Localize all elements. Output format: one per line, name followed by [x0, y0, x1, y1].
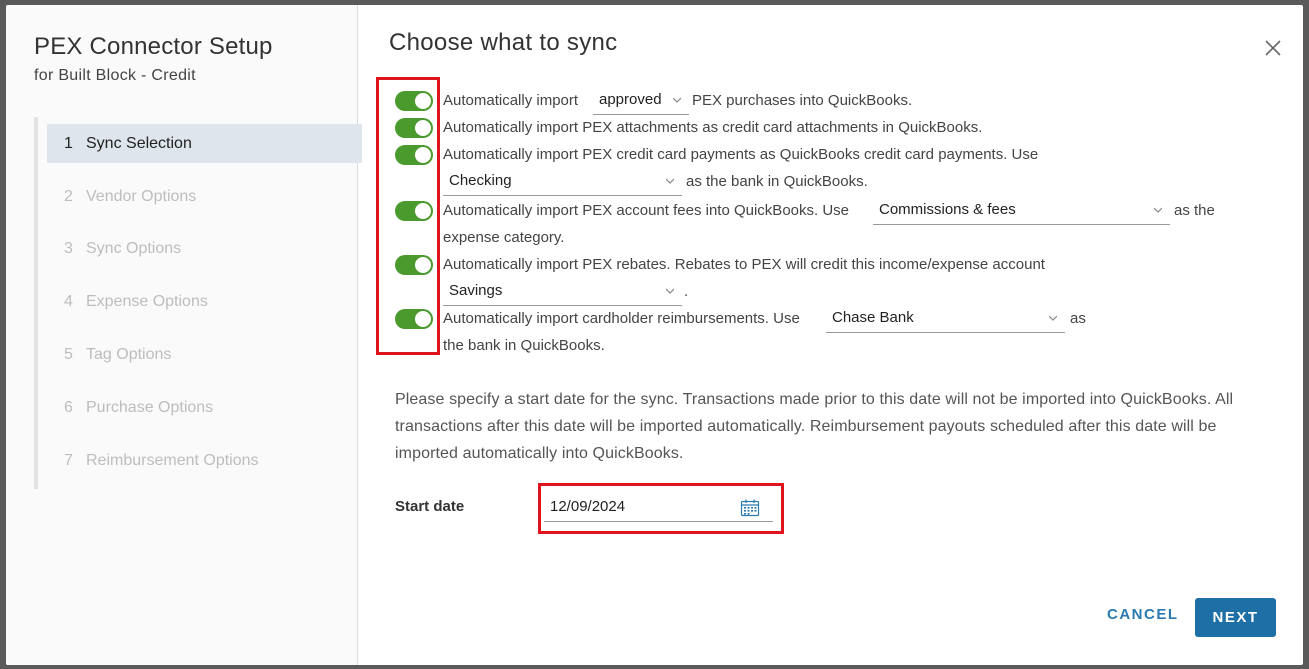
import-purchases-toggle[interactable]: [395, 91, 433, 111]
step-label: Expense Options: [86, 292, 208, 310]
row5-text: Automatically import PEX rebates. Rebate…: [443, 256, 1045, 273]
calendar-icon[interactable]: [740, 499, 760, 517]
row1-text-before: Automatically import: [443, 92, 579, 109]
step-label: Vendor Options: [86, 187, 197, 205]
connector-setup-modal: PEX Connector Setup for Built Block - Cr…: [6, 5, 1303, 665]
step-number: 2: [64, 187, 73, 205]
row4-text-line2: expense category.: [443, 229, 565, 246]
purchase-status-select[interactable]: approved: [593, 87, 689, 115]
chevron-down-icon: [673, 97, 681, 103]
step-sync-options[interactable]: 3 Sync Options: [47, 229, 362, 268]
step-number: 3: [64, 239, 73, 257]
step-number: 7: [64, 451, 73, 469]
step-sync-selection[interactable]: 1 Sync Selection: [47, 124, 362, 163]
rebates-account-select[interactable]: Savings: [443, 278, 682, 306]
page-title: Choose what to sync: [389, 29, 618, 56]
payments-bank-select[interactable]: Checking: [443, 168, 682, 196]
row6-text-line2: the bank in QuickBooks.: [443, 337, 605, 354]
app-subtitle: for Built Block - Credit: [34, 67, 196, 84]
fees-category-select[interactable]: Commissions & fees: [873, 197, 1170, 225]
fees-category-value: Commissions & fees: [879, 201, 1016, 218]
step-number: 1: [64, 134, 73, 152]
step-vendor-options[interactable]: 2 Vendor Options: [47, 177, 362, 216]
chevron-down-icon: [666, 288, 674, 294]
import-attachments-toggle[interactable]: [395, 118, 433, 138]
row6-text-after: as: [1070, 310, 1086, 327]
step-number: 4: [64, 292, 73, 310]
app-title: PEX Connector Setup: [34, 33, 273, 60]
step-label: Sync Options: [86, 239, 182, 257]
start-date-description: Please specify a start date for the sync…: [395, 391, 1234, 462]
import-fees-toggle[interactable]: [395, 201, 433, 221]
step-purchase-options[interactable]: 6 Purchase Options: [47, 388, 362, 427]
step-label: Reimbursement Options: [86, 451, 259, 469]
step-number: 6: [64, 398, 73, 416]
step-list: 1 Sync Selection 2 Vendor Options 3 Sync…: [34, 117, 362, 489]
cancel-button[interactable]: CANCEL: [1107, 606, 1179, 623]
chevron-down-icon: [1049, 315, 1057, 321]
row4-text: Automatically import PEX account fees in…: [443, 202, 850, 219]
close-icon[interactable]: [1263, 38, 1283, 58]
reimbursement-bank-value: Chase Bank: [832, 309, 914, 326]
step-tag-options[interactable]: 5 Tag Options: [47, 335, 362, 374]
next-button[interactable]: NEXT: [1195, 598, 1276, 637]
step-expense-options[interactable]: 4 Expense Options: [47, 282, 362, 321]
chevron-down-icon: [1154, 207, 1162, 213]
step-number: 5: [64, 345, 73, 363]
import-reimbursements-toggle[interactable]: [395, 309, 433, 329]
sidebar: PEX Connector Setup for Built Block - Cr…: [6, 5, 362, 665]
step-reimbursement-options[interactable]: 7 Reimbursement Options: [47, 441, 362, 480]
import-payments-toggle[interactable]: [395, 145, 433, 165]
step-label: Tag Options: [86, 345, 172, 363]
row6-text: Automatically import cardholder reimburs…: [443, 310, 800, 327]
row4-text-after: as the: [1174, 202, 1215, 219]
chevron-down-icon: [666, 178, 674, 184]
row5-text-after: .: [684, 283, 689, 300]
row3-text: Automatically import PEX credit card pay…: [443, 146, 1039, 163]
main-content: Choose what to sync Automatically import…: [358, 5, 1303, 665]
start-date-label: Start date: [395, 498, 465, 515]
step-label: Purchase Options: [86, 398, 214, 416]
row1-text-after: PEX purchases into QuickBooks.: [692, 92, 913, 109]
payments-bank-value: Checking: [449, 172, 512, 189]
row3-text-after: as the bank in QuickBooks.: [686, 173, 868, 190]
step-label: Sync Selection: [86, 134, 192, 152]
rebates-account-value: Savings: [449, 282, 503, 299]
import-rebates-toggle[interactable]: [395, 255, 433, 275]
purchase-status-value: approved: [599, 91, 662, 108]
row2-text: Automatically import PEX attachments as …: [443, 119, 983, 136]
reimbursement-bank-select[interactable]: Chase Bank: [826, 305, 1065, 333]
start-date-input[interactable]: 12/09/2024: [544, 494, 773, 522]
